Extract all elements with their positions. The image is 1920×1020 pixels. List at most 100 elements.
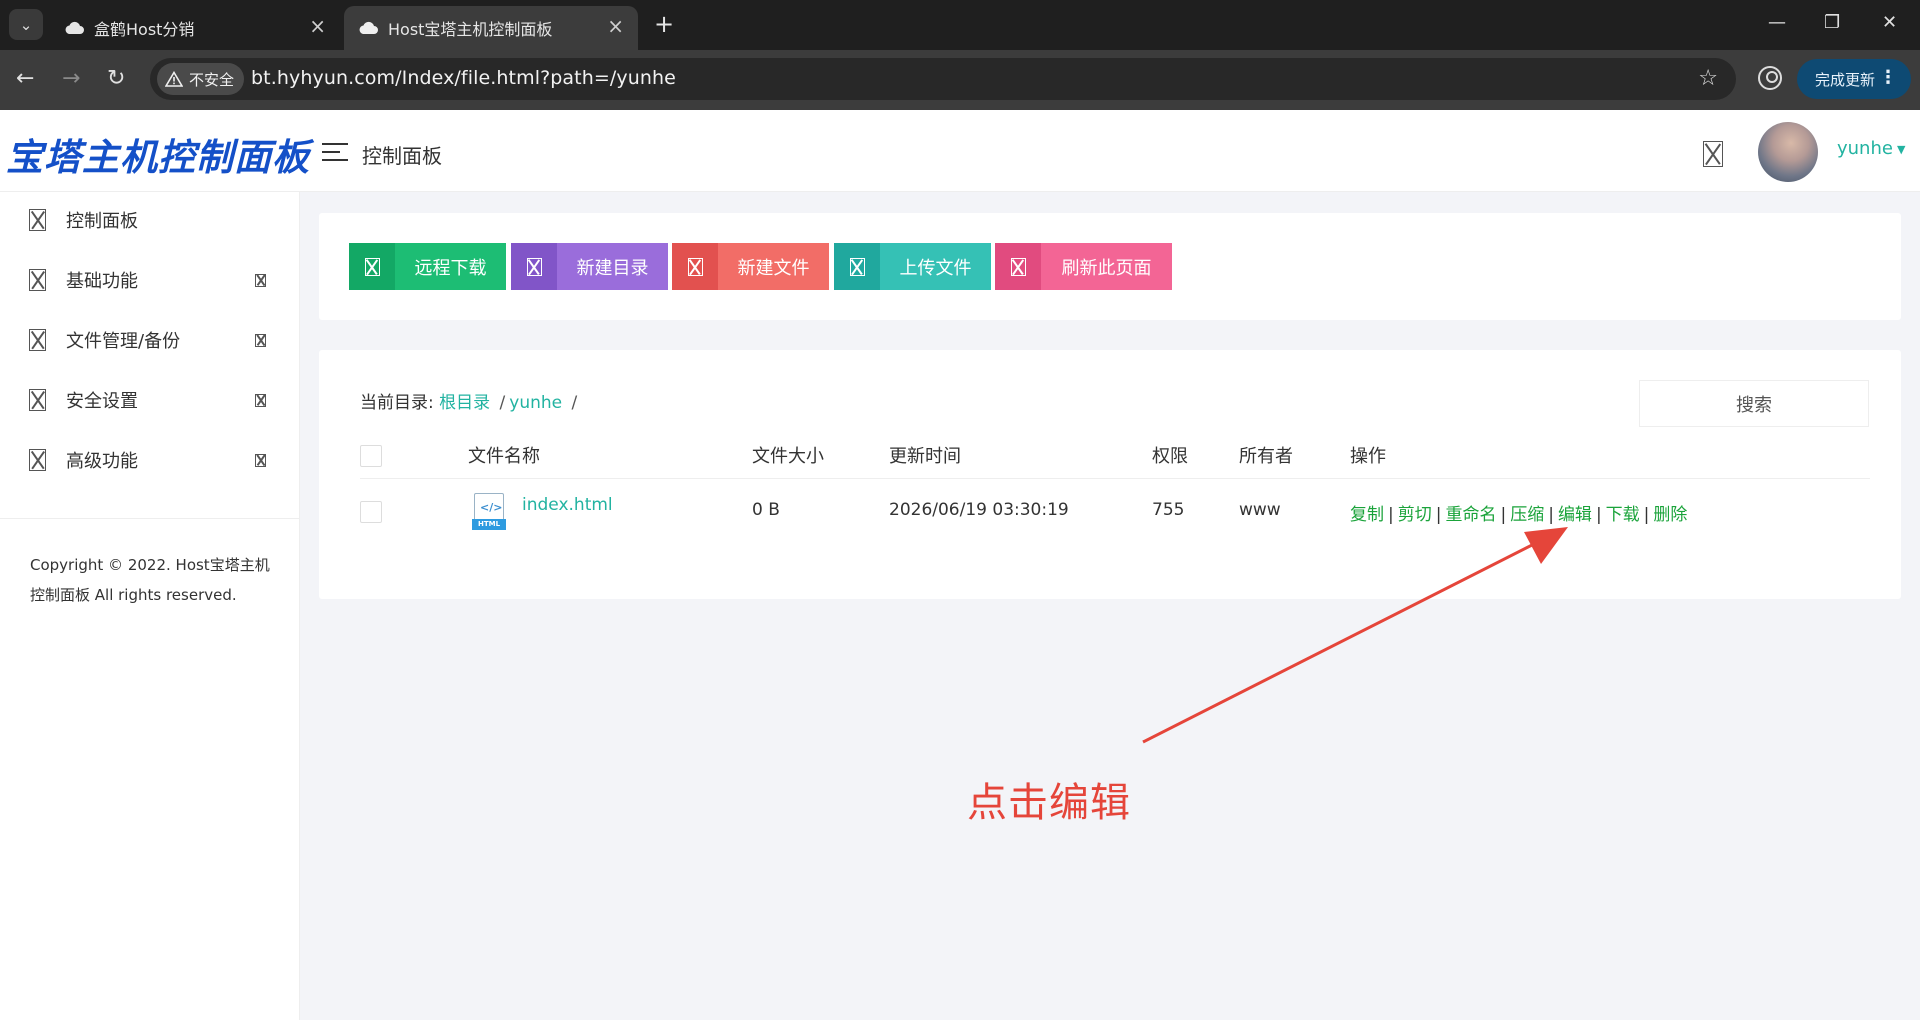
download-link[interactable]: 下载	[1606, 505, 1640, 525]
button-label: 新建文件	[718, 243, 829, 290]
minimize-window-icon[interactable]: —	[1768, 12, 1786, 33]
bookmark-star-icon[interactable]: ☆	[1698, 66, 1718, 91]
annotation-text: 点击编辑	[967, 780, 1131, 826]
update-button[interactable]: 完成更新 ⋮	[1797, 59, 1911, 99]
browser-tab-bar: ⌄ 盒鹤Host分销 × Host宝塔主机控制面板 × + — ❐ ✕	[0, 0, 1920, 50]
button-label: 远程下载	[395, 243, 506, 290]
sidebar-item-label: 安全设置	[66, 391, 138, 412]
dashboard-icon	[29, 209, 46, 231]
files-icon	[29, 329, 46, 351]
sidebar-item-dashboard[interactable]: 控制面板	[0, 194, 300, 246]
remote-download-button[interactable]: 远程下载	[349, 243, 506, 290]
search-placeholder: 搜索	[1736, 394, 1772, 416]
warning-icon	[165, 71, 183, 87]
compress-link[interactable]: 压缩	[1510, 505, 1544, 525]
button-label: 刷新此页面	[1041, 243, 1172, 290]
reload-icon[interactable]: ↻	[107, 66, 125, 92]
tab-search-button[interactable]: ⌄	[9, 9, 43, 40]
file-updated-time: 2026/06/19 03:30:19	[889, 500, 1069, 520]
expand-arrow-icon	[255, 453, 266, 467]
new-folder-button[interactable]: 新建目录	[511, 243, 668, 290]
basic-icon	[29, 269, 46, 291]
file-actions-card: 远程下载 新建目录 新建文件 上传文件 刷新此页面	[319, 213, 1901, 320]
browser-tab-distribution[interactable]: 盒鹤Host分销 ×	[50, 6, 340, 50]
close-tab-icon[interactable]: ×	[309, 16, 326, 36]
cloud-icon	[359, 21, 378, 34]
column-header-actions: 操作	[1350, 446, 1386, 467]
download-icon	[364, 257, 380, 276]
sidebar-item-security[interactable]: 安全设置	[0, 374, 300, 426]
forward-icon[interactable]: →	[62, 66, 80, 92]
breadcrumb-root-link[interactable]: 根目录	[439, 393, 490, 413]
html-file-icon: </> HTML	[472, 493, 506, 532]
sidebar-item-advanced[interactable]: 高级功能	[0, 434, 300, 486]
advanced-icon	[29, 449, 46, 471]
button-label: 新建目录	[557, 243, 668, 290]
rename-link[interactable]: 重命名	[1445, 505, 1496, 525]
more-menu-icon[interactable]: ⋮	[1879, 67, 1897, 88]
page-title: 控制面板	[362, 144, 442, 168]
folder-icon	[526, 257, 542, 276]
menu-toggle-icon[interactable]	[322, 143, 348, 161]
refresh-page-button[interactable]: 刷新此页面	[995, 243, 1172, 290]
sidebar-item-label: 控制面板	[66, 211, 138, 232]
copy-link[interactable]: 复制	[1350, 505, 1384, 525]
expand-arrow-icon	[255, 393, 266, 407]
close-tab-icon[interactable]: ×	[607, 16, 624, 36]
logo[interactable]: 宝塔主机控制面板	[6, 127, 310, 181]
button-label: 上传文件	[880, 243, 991, 290]
sidebar-item-label: 基础功能	[66, 271, 138, 292]
browser-tab-panel[interactable]: Host宝塔主机控制面板 ×	[344, 6, 638, 50]
file-owner: www	[1239, 500, 1281, 520]
column-header-owner: 所有者	[1239, 446, 1293, 467]
delete-link[interactable]: 删除	[1653, 505, 1687, 525]
sidebar-item-label: 文件管理/备份	[66, 331, 181, 352]
refresh-icon	[1010, 257, 1026, 276]
sidebar-item-files[interactable]: 文件管理/备份	[0, 314, 300, 366]
back-icon[interactable]: ←	[16, 66, 34, 92]
breadcrumb-dir-link[interactable]: yunhe	[509, 393, 562, 413]
edit-link[interactable]: 编辑	[1558, 505, 1592, 525]
column-header-size[interactable]: 文件大小	[752, 442, 824, 468]
sidebar-divider	[0, 518, 300, 519]
column-header-updated[interactable]: 更新时间	[889, 442, 961, 468]
file-name-link[interactable]: index.html	[522, 495, 613, 515]
breadcrumb-separator: /	[571, 393, 578, 413]
select-all-checkbox[interactable]	[360, 445, 382, 467]
upload-file-button[interactable]: 上传文件	[834, 243, 991, 290]
table-header-divider	[360, 478, 1870, 479]
new-tab-button[interactable]: +	[654, 11, 674, 37]
profile-icon[interactable]	[1758, 66, 1782, 90]
column-header-name[interactable]: 文件名称	[468, 442, 540, 468]
cut-link[interactable]: 剪切	[1398, 505, 1432, 525]
row-checkbox[interactable]	[360, 501, 382, 523]
url-text[interactable]: bt.hyhyun.com/Index/file.html?path=/yunh…	[251, 67, 676, 89]
username-label: yunhe	[1837, 138, 1893, 159]
restore-window-icon[interactable]: ❐	[1824, 12, 1840, 33]
security-label: 不安全	[189, 70, 235, 89]
sidebar: 控制面板 基础功能 文件管理/备份 安全设置 高级功能 Copyright © …	[0, 192, 300, 1020]
sidebar-item-basic[interactable]: 基础功能	[0, 254, 300, 306]
fullscreen-icon[interactable]	[1703, 141, 1723, 167]
security-chip[interactable]: 不安全	[157, 63, 245, 95]
new-file-button[interactable]: 新建文件	[672, 243, 829, 290]
column-header-permission: 权限	[1152, 446, 1188, 467]
file-operations: 复制 | 剪切 | 重命名 | 压缩 | 编辑 | 下载 | 删除	[1350, 505, 1688, 525]
address-bar[interactable]: 不安全 bt.hyhyun.com/Index/file.html?path=/…	[150, 58, 1736, 100]
file-size: 0 B	[752, 500, 780, 520]
chevron-down-icon: ⌄	[19, 15, 33, 34]
search-input[interactable]: 搜索	[1639, 380, 1869, 427]
avatar[interactable]	[1758, 122, 1818, 182]
app-header: 宝塔主机控制面板 控制面板 yunhe ▼	[0, 110, 1920, 192]
breadcrumb-separator: /	[499, 393, 506, 413]
copyright-text: Copyright © 2022. Host宝塔主机控制面板 All right…	[30, 556, 270, 604]
security-icon	[29, 389, 46, 411]
sidebar-item-label: 高级功能	[66, 451, 138, 472]
user-menu[interactable]: yunhe ▼	[1837, 138, 1905, 159]
close-window-icon[interactable]: ✕	[1882, 12, 1897, 33]
expand-arrow-icon	[255, 333, 266, 347]
icon-code-glyph: </>	[480, 501, 503, 514]
breadcrumb-prefix: 当前目录:	[360, 393, 434, 413]
tab-title: 盒鹤Host分销	[94, 20, 195, 39]
update-button-label: 完成更新	[1815, 70, 1876, 89]
